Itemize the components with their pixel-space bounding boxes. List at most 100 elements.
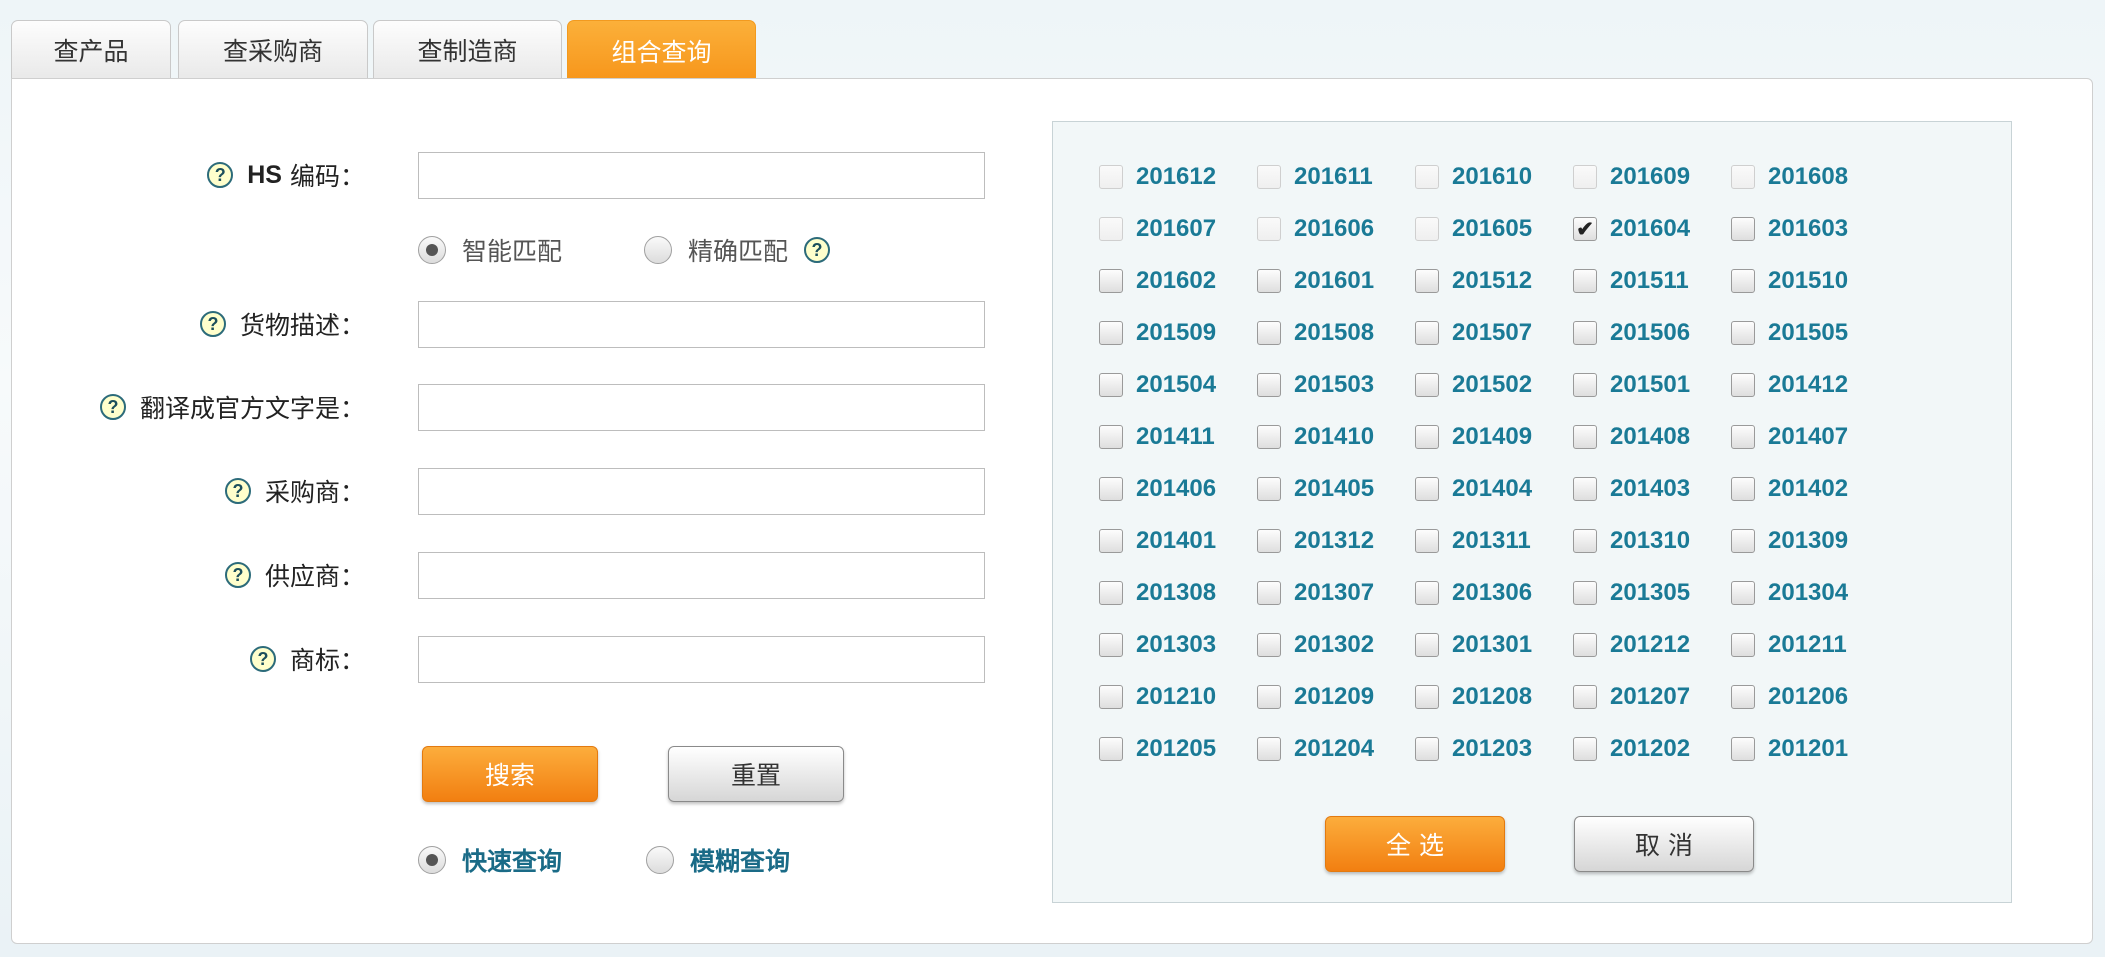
month-checkbox[interactable]: [1415, 633, 1439, 657]
month-option[interactable]: 201501: [1573, 370, 1690, 400]
month-checkbox[interactable]: [1099, 633, 1123, 657]
month-option[interactable]: 201303: [1099, 630, 1216, 660]
month-option[interactable]: 201606: [1257, 214, 1374, 244]
month-checkbox[interactable]: [1415, 425, 1439, 449]
month-option[interactable]: 201208: [1415, 682, 1532, 712]
month-option[interactable]: 201509: [1099, 318, 1216, 348]
month-option[interactable]: 201407: [1731, 422, 1848, 452]
supplier-input[interactable]: [418, 552, 985, 599]
month-checkbox[interactable]: [1573, 217, 1597, 241]
month-checkbox[interactable]: [1573, 165, 1597, 189]
month-option[interactable]: 201304: [1731, 578, 1848, 608]
month-checkbox[interactable]: [1415, 217, 1439, 241]
month-option[interactable]: 201212: [1573, 630, 1690, 660]
help-icon[interactable]: ?: [224, 478, 251, 504]
month-option[interactable]: 201603: [1731, 214, 1848, 244]
month-checkbox[interactable]: [1257, 529, 1281, 553]
month-checkbox[interactable]: [1099, 685, 1123, 709]
month-checkbox[interactable]: [1415, 737, 1439, 761]
month-option[interactable]: 201505: [1731, 318, 1848, 348]
month-option[interactable]: 201409: [1415, 422, 1532, 452]
month-option[interactable]: 201412: [1731, 370, 1848, 400]
tab-manufacturers[interactable]: 查制造商: [373, 20, 562, 79]
hs-code-input[interactable]: [418, 152, 985, 199]
month-option[interactable]: 201202: [1573, 734, 1690, 764]
month-option[interactable]: 201511: [1573, 266, 1689, 296]
month-checkbox[interactable]: [1415, 581, 1439, 605]
month-option[interactable]: 201601: [1257, 266, 1374, 296]
month-checkbox[interactable]: [1731, 321, 1755, 345]
month-checkbox[interactable]: [1731, 529, 1755, 553]
month-checkbox[interactable]: [1257, 581, 1281, 605]
month-option[interactable]: 201512: [1415, 266, 1532, 296]
month-option[interactable]: 201612: [1099, 162, 1216, 192]
month-option[interactable]: 201206: [1731, 682, 1848, 712]
radio-smart-match[interactable]: [418, 236, 446, 264]
month-option[interactable]: 201604: [1573, 214, 1690, 244]
radio-fuzzy-query[interactable]: [646, 846, 674, 874]
tab-buyers[interactable]: 查采购商: [178, 20, 368, 79]
month-option[interactable]: 201211: [1731, 630, 1847, 660]
month-option[interactable]: 201312: [1257, 526, 1374, 556]
month-checkbox[interactable]: [1731, 269, 1755, 293]
translation-input[interactable]: [418, 384, 985, 431]
month-option[interactable]: 201307: [1257, 578, 1374, 608]
month-option[interactable]: 201302: [1257, 630, 1374, 660]
month-checkbox[interactable]: [1731, 581, 1755, 605]
month-checkbox[interactable]: [1099, 321, 1123, 345]
cancel-button[interactable]: 取 消: [1574, 816, 1754, 872]
month-option[interactable]: 201608: [1731, 162, 1848, 192]
buyer-input[interactable]: [418, 468, 985, 515]
month-checkbox[interactable]: [1415, 685, 1439, 709]
month-checkbox[interactable]: [1573, 529, 1597, 553]
month-checkbox[interactable]: [1731, 425, 1755, 449]
month-option[interactable]: 201507: [1415, 318, 1532, 348]
month-checkbox[interactable]: [1257, 685, 1281, 709]
match-mode-smart[interactable]: 智能匹配: [418, 232, 562, 268]
month-option[interactable]: 201310: [1573, 526, 1690, 556]
month-option[interactable]: 201411: [1099, 422, 1215, 452]
month-checkbox[interactable]: [1731, 477, 1755, 501]
month-option[interactable]: 201607: [1099, 214, 1216, 244]
month-checkbox[interactable]: [1257, 321, 1281, 345]
select-all-button[interactable]: 全 选: [1325, 816, 1505, 872]
month-checkbox[interactable]: [1573, 373, 1597, 397]
help-icon[interactable]: ?: [99, 394, 126, 420]
month-option[interactable]: 201504: [1099, 370, 1216, 400]
brand-input[interactable]: [418, 636, 985, 683]
month-checkbox[interactable]: [1731, 217, 1755, 241]
month-checkbox[interactable]: [1099, 425, 1123, 449]
month-checkbox[interactable]: [1731, 737, 1755, 761]
month-checkbox[interactable]: [1257, 373, 1281, 397]
month-checkbox[interactable]: [1099, 269, 1123, 293]
month-option[interactable]: 201503: [1257, 370, 1374, 400]
month-option[interactable]: 201401: [1099, 526, 1216, 556]
month-option[interactable]: 201508: [1257, 318, 1374, 348]
month-checkbox[interactable]: [1573, 269, 1597, 293]
month-option[interactable]: 201502: [1415, 370, 1532, 400]
month-checkbox[interactable]: [1257, 165, 1281, 189]
help-icon[interactable]: ?: [804, 237, 831, 263]
month-option[interactable]: 201402: [1731, 474, 1848, 504]
month-checkbox[interactable]: [1099, 217, 1123, 241]
help-icon[interactable]: ?: [249, 646, 276, 672]
month-checkbox[interactable]: [1731, 633, 1755, 657]
radio-exact-match[interactable]: [644, 236, 672, 264]
month-option[interactable]: 201205: [1099, 734, 1216, 764]
month-option[interactable]: 201403: [1573, 474, 1690, 504]
month-option[interactable]: 201602: [1099, 266, 1216, 296]
month-checkbox[interactable]: [1573, 633, 1597, 657]
tab-combined-query[interactable]: 组合查询: [567, 20, 756, 80]
match-mode-exact[interactable]: 精确匹配 ?: [644, 232, 831, 268]
help-icon[interactable]: ?: [224, 562, 251, 588]
month-option[interactable]: 201301: [1415, 630, 1532, 660]
month-option[interactable]: 201410: [1257, 422, 1374, 452]
tab-products[interactable]: 查产品: [11, 20, 171, 79]
month-option[interactable]: 201209: [1257, 682, 1374, 712]
month-checkbox[interactable]: [1731, 373, 1755, 397]
month-checkbox[interactable]: [1257, 425, 1281, 449]
radio-quick-query[interactable]: [418, 846, 446, 874]
month-option[interactable]: 201510: [1731, 266, 1848, 296]
month-checkbox[interactable]: [1257, 217, 1281, 241]
month-checkbox[interactable]: [1099, 737, 1123, 761]
